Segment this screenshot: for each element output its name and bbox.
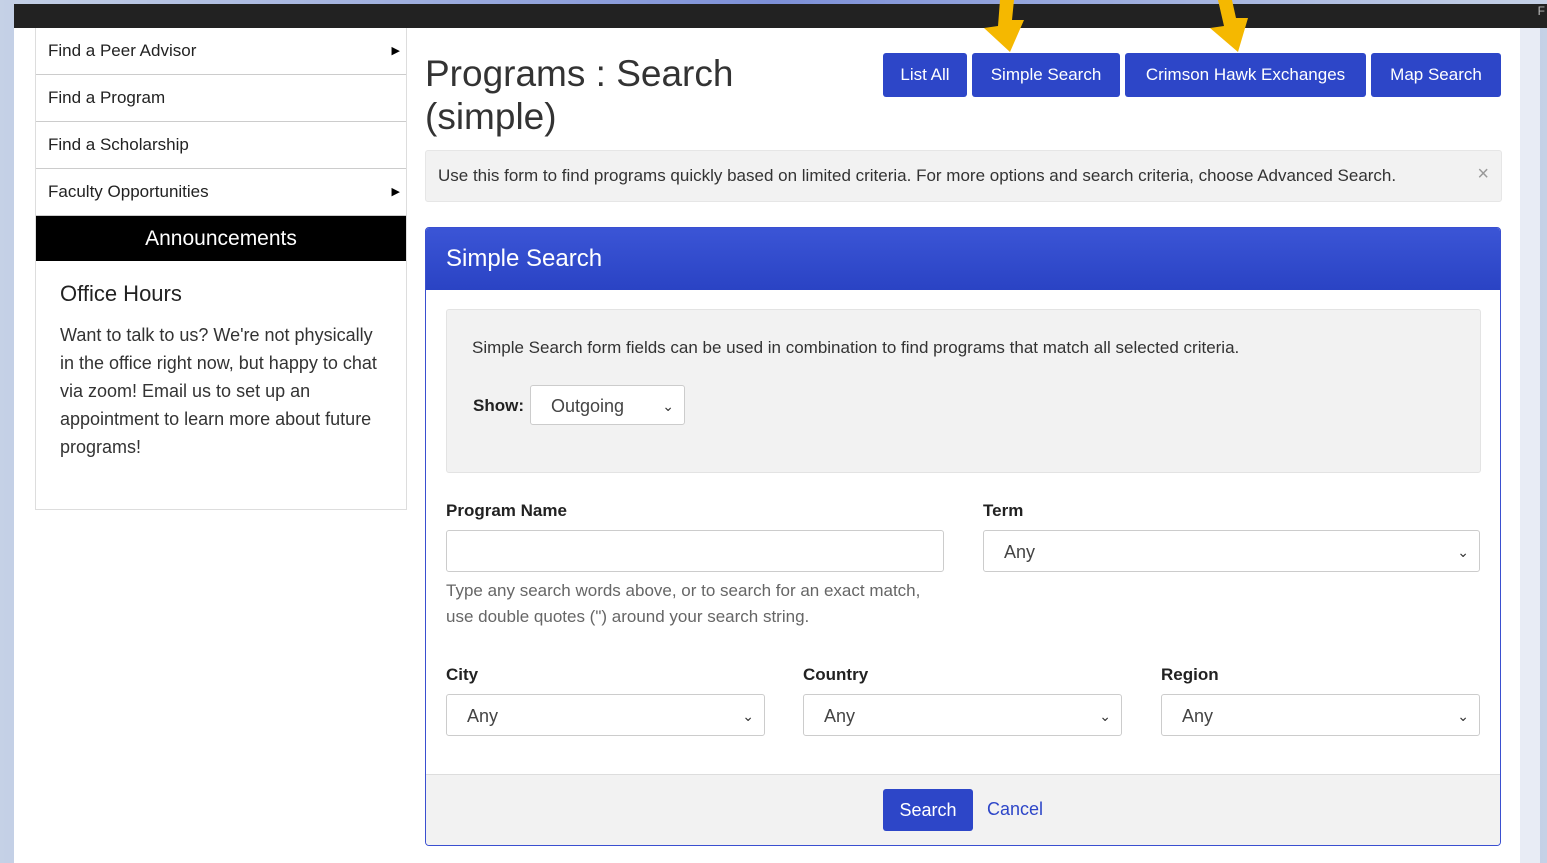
sidebar-item-faculty-opportunities[interactable]: Faculty Opportunities ▶ (36, 169, 406, 216)
term-select-value: Any (1004, 542, 1036, 562)
top-button-group: List All Simple Search Crimson Hawk Exch… (883, 53, 1501, 97)
region-label: Region (1161, 665, 1219, 684)
announcement-body: Want to talk to us? We're not physically… (60, 325, 377, 457)
city-select[interactable]: Any ⌄ (446, 694, 765, 736)
list-all-button[interactable]: List All (883, 53, 967, 97)
caret-right-icon: ▶ (391, 186, 400, 198)
sidebar-item-label: Find a Peer Advisor (48, 41, 197, 60)
page-content: Find a Peer Advisor ▶ Find a Program Fin… (14, 28, 1520, 863)
chevron-down-icon: ⌄ (742, 708, 754, 724)
annotation-arrow-icon (1210, 0, 1248, 52)
simple-search-panel: Simple Search Simple Search form fields … (425, 227, 1501, 846)
top-bar: F (14, 4, 1547, 28)
crimson-hawk-exchanges-button[interactable]: Crimson Hawk Exchanges (1125, 53, 1366, 97)
region-select[interactable]: Any ⌄ (1161, 694, 1480, 736)
chevron-down-icon: ⌄ (1457, 708, 1469, 724)
panel-footer: Search Cancel (426, 774, 1500, 845)
country-select-value: Any (824, 706, 856, 726)
sidebar: Find a Peer Advisor ▶ Find a Program Fin… (35, 28, 407, 510)
country-label: Country (803, 665, 869, 684)
chevron-down-icon: ⌄ (1099, 708, 1111, 724)
sidebar-item-peer-advisor[interactable]: Find a Peer Advisor ▶ (36, 28, 406, 75)
sidebar-item-scholarship[interactable]: Find a Scholarship (36, 122, 406, 169)
annotation-arrow-icon (984, 0, 1024, 52)
right-edge-strip (1520, 28, 1540, 863)
caret-right-icon: ▶ (391, 45, 400, 57)
map-search-button[interactable]: Map Search (1371, 53, 1501, 97)
chevron-down-icon: ⌄ (1457, 544, 1469, 560)
info-alert: Use this form to find programs quickly b… (425, 150, 1502, 202)
sidebar-item-find-program[interactable]: Find a Program (36, 75, 406, 122)
search-button[interactable]: Search (883, 789, 973, 831)
page-title: Programs : Search (simple) (425, 53, 734, 137)
simple-search-button[interactable]: Simple Search (972, 53, 1120, 97)
cancel-link[interactable]: Cancel (987, 799, 1043, 820)
region-select-value: Any (1182, 706, 1214, 726)
sidebar-item-label: Find a Scholarship (48, 135, 189, 154)
announcements-header: Announcements (36, 216, 406, 261)
close-icon[interactable]: × (1477, 163, 1489, 186)
term-select[interactable]: Any ⌄ (983, 530, 1480, 572)
city-label: City (446, 665, 479, 684)
announcement-card: Office Hours Want to talk to us? We're n… (36, 261, 406, 481)
panel-heading: Simple Search (426, 228, 1500, 290)
program-name-input[interactable] (446, 530, 944, 572)
search-intro-well: Simple Search form fields can be used in… (446, 309, 1481, 473)
term-label: Term (983, 501, 1024, 520)
announcement-title: Office Hours (60, 281, 182, 306)
country-select[interactable]: Any ⌄ (803, 694, 1122, 736)
sidebar-item-label: Find a Program (48, 88, 166, 107)
sidebar-item-label: Faculty Opportunities (48, 182, 209, 201)
program-name-label: Program Name (446, 501, 567, 520)
top-bar-corner-text: F (1537, 4, 1545, 18)
search-intro-text: Simple Search form fields can be used in… (472, 338, 1240, 357)
show-select-value: Outgoing (551, 396, 625, 416)
alert-text: Use this form to find programs quickly b… (438, 166, 1397, 185)
show-label: Show: (473, 396, 524, 415)
city-select-value: Any (467, 706, 499, 726)
chevron-down-icon: ⌄ (662, 398, 674, 414)
program-name-help: Type any search words above, or to searc… (446, 581, 921, 626)
show-select[interactable]: Outgoing ⌄ (530, 385, 685, 425)
